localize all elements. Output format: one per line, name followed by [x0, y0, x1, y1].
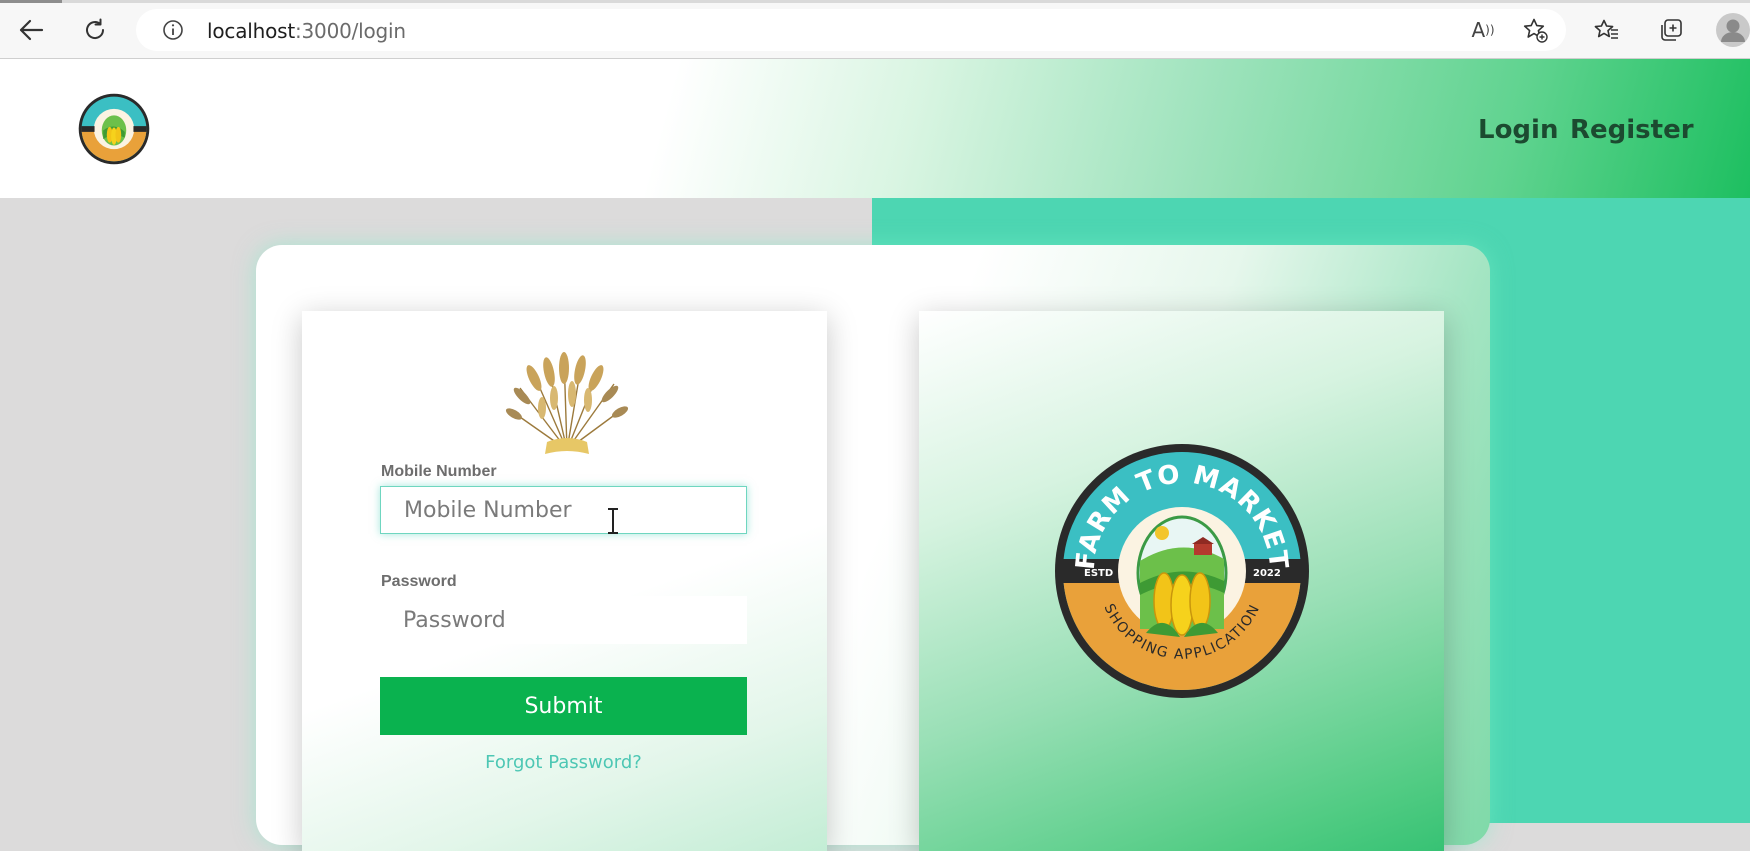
collections-icon[interactable] [1652, 12, 1690, 48]
url-text[interactable]: localhost:3000/login [207, 19, 406, 43]
nav-register-link[interactable]: Register [1570, 115, 1694, 145]
submit-button[interactable]: Submit [380, 677, 747, 735]
read-aloud-icon[interactable]: A)) [1468, 16, 1498, 44]
grain-bundle-image [492, 350, 642, 460]
password-input[interactable] [380, 596, 747, 644]
favorites-icon[interactable] [1588, 12, 1626, 48]
url-path: :3000/login [294, 19, 406, 43]
forgot-password-link[interactable]: Forgot Password? [380, 752, 747, 773]
refresh-icon[interactable] [76, 12, 114, 48]
logo-year: 2022 [1253, 568, 1281, 579]
text-cursor-icon [605, 507, 621, 535]
logo-estd: ESTD [1084, 568, 1113, 579]
url-host: localhost [207, 19, 295, 43]
site-info-icon[interactable] [158, 16, 188, 44]
loading-bar [0, 0, 1750, 3]
add-favorite-icon[interactable] [1520, 16, 1550, 44]
browser-toolbar: localhost:3000/login A)) [0, 0, 1750, 59]
nav-login-link[interactable]: Login [1478, 115, 1558, 145]
header-logo[interactable] [78, 93, 150, 165]
back-arrow-icon[interactable] [12, 12, 50, 48]
app-header: Login Register [0, 59, 1750, 198]
mobile-number-label: Mobile Number [381, 463, 497, 480]
profile-icon[interactable] [1714, 12, 1750, 48]
mobile-number-input[interactable] [380, 486, 747, 534]
farm-to-market-logo: FARM TO MARKET SHOPPING APPLICATION ESTD… [1054, 443, 1310, 699]
password-label: Password [381, 573, 457, 590]
address-bar[interactable]: localhost:3000/login A)) [136, 9, 1566, 51]
